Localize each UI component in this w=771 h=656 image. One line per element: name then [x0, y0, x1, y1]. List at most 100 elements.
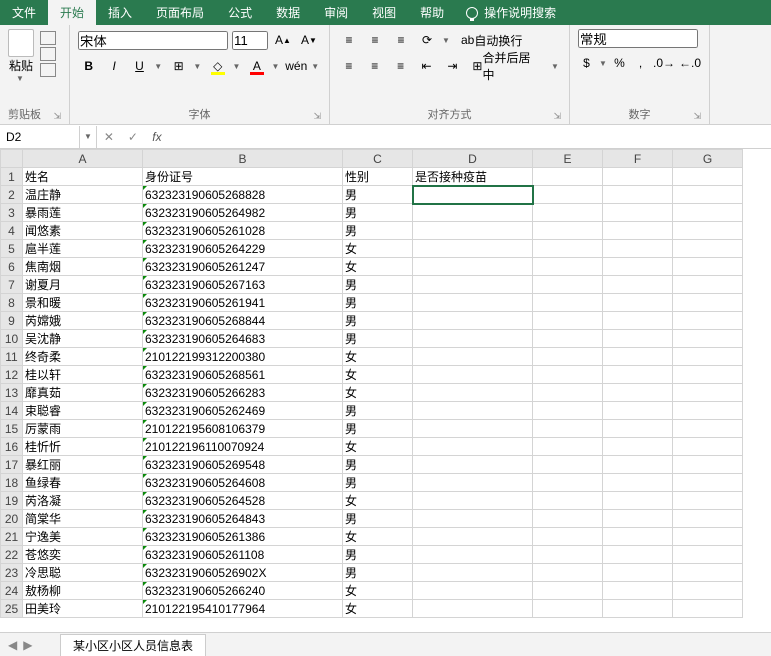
dialog-launcher-alignment[interactable]: ⇲ — [553, 111, 561, 122]
cell[interactable] — [533, 330, 603, 348]
increase-decimal-icon[interactable]: .0→ — [653, 52, 675, 74]
cell[interactable]: 210122195608106379 — [143, 420, 343, 438]
cell[interactable] — [603, 168, 673, 186]
cell[interactable]: 男 — [343, 420, 413, 438]
tell-me-search[interactable]: 操作说明搜索 — [456, 0, 566, 25]
cell[interactable] — [533, 258, 603, 276]
row-header[interactable]: 19 — [1, 492, 23, 510]
cell[interactable] — [533, 492, 603, 510]
cell[interactable]: 632323190605267163 — [143, 276, 343, 294]
cell[interactable] — [603, 474, 673, 492]
cell[interactable]: 63232319060526902X — [143, 564, 343, 582]
cell[interactable]: 谢夏月 — [23, 276, 143, 294]
cell[interactable]: 632323190605269548 — [143, 456, 343, 474]
cell[interactable]: 桂忻忻 — [23, 438, 143, 456]
cell[interactable] — [533, 600, 603, 618]
cell[interactable]: 女 — [343, 240, 413, 258]
cell[interactable] — [603, 240, 673, 258]
orientation-icon[interactable]: ⟳ — [416, 29, 438, 51]
cell[interactable] — [533, 474, 603, 492]
cell[interactable] — [533, 564, 603, 582]
cut-icon[interactable] — [40, 31, 56, 45]
cell[interactable] — [533, 402, 603, 420]
row-header[interactable]: 21 — [1, 528, 23, 546]
cell[interactable]: 男 — [343, 564, 413, 582]
cell[interactable]: 632323190605266240 — [143, 582, 343, 600]
cell[interactable]: 632323190605264608 — [143, 474, 343, 492]
row-header[interactable]: 7 — [1, 276, 23, 294]
cell[interactable] — [673, 456, 743, 474]
row-header[interactable]: 9 — [1, 312, 23, 330]
col-header-A[interactable]: A — [23, 150, 143, 168]
cell[interactable]: 男 — [343, 330, 413, 348]
cell[interactable] — [673, 312, 743, 330]
cell[interactable] — [413, 474, 533, 492]
row-header[interactable]: 12 — [1, 366, 23, 384]
cell[interactable] — [533, 510, 603, 528]
cell[interactable] — [413, 276, 533, 294]
cell[interactable] — [603, 438, 673, 456]
cell[interactable] — [413, 510, 533, 528]
cell[interactable] — [533, 168, 603, 186]
name-box[interactable] — [0, 126, 80, 148]
menu-tab-1[interactable]: 开始 — [48, 0, 96, 25]
cell[interactable]: 632323190605264843 — [143, 510, 343, 528]
cell[interactable]: 田美玲 — [23, 600, 143, 618]
cell[interactable]: 632323190605264982 — [143, 204, 343, 222]
cell[interactable] — [673, 564, 743, 582]
align-top-icon[interactable]: ≡ — [338, 29, 360, 51]
cell[interactable] — [673, 384, 743, 402]
menu-tab-7[interactable]: 视图 — [360, 0, 408, 25]
cell[interactable] — [413, 348, 533, 366]
cell[interactable]: 632323190605261386 — [143, 528, 343, 546]
cell[interactable] — [533, 384, 603, 402]
cell[interactable]: 暴雨莲 — [23, 204, 143, 222]
dialog-launcher-font[interactable]: ⇲ — [313, 111, 321, 122]
menu-tab-8[interactable]: 帮助 — [408, 0, 456, 25]
menu-tab-3[interactable]: 页面布局 — [144, 0, 216, 25]
cell[interactable] — [603, 546, 673, 564]
cell[interactable] — [413, 546, 533, 564]
cell[interactable] — [673, 168, 743, 186]
cell[interactable] — [533, 366, 603, 384]
cell[interactable] — [413, 204, 533, 222]
cell[interactable] — [413, 186, 533, 204]
sheet-nav-next-icon[interactable]: ▶ — [23, 638, 32, 652]
merge-center-button[interactable]: ⊞ 合并后居中 — [467, 55, 547, 77]
cell[interactable]: 男 — [343, 312, 413, 330]
row-header[interactable]: 6 — [1, 258, 23, 276]
italic-button[interactable]: I — [103, 55, 124, 77]
cell[interactable] — [413, 492, 533, 510]
row-header[interactable]: 25 — [1, 600, 23, 618]
col-header-C[interactable]: C — [343, 150, 413, 168]
cell[interactable] — [603, 402, 673, 420]
cell[interactable] — [673, 276, 743, 294]
col-header-D[interactable]: D — [413, 150, 533, 168]
cell[interactable]: 桂以轩 — [23, 366, 143, 384]
row-header[interactable]: 15 — [1, 420, 23, 438]
dialog-launcher-clipboard[interactable]: ⇲ — [53, 111, 61, 122]
row-header[interactable]: 3 — [1, 204, 23, 222]
cell[interactable] — [413, 366, 533, 384]
cell[interactable]: 632323190605268828 — [143, 186, 343, 204]
cell[interactable]: 632323190605268561 — [143, 366, 343, 384]
cell[interactable]: 男 — [343, 222, 413, 240]
cell[interactable] — [533, 528, 603, 546]
cell[interactable] — [673, 582, 743, 600]
cell[interactable] — [673, 366, 743, 384]
cell[interactable]: 扈半莲 — [23, 240, 143, 258]
row-header[interactable]: 17 — [1, 456, 23, 474]
cell[interactable] — [603, 456, 673, 474]
cell[interactable]: 632323190605261247 — [143, 258, 343, 276]
cell[interactable]: 男 — [343, 276, 413, 294]
cell[interactable] — [533, 186, 603, 204]
cell[interactable] — [533, 438, 603, 456]
cell[interactable] — [603, 600, 673, 618]
cell[interactable] — [603, 186, 673, 204]
align-bottom-icon[interactable]: ≡ — [390, 29, 412, 51]
cell[interactable]: 女 — [343, 348, 413, 366]
cell[interactable] — [413, 402, 533, 420]
cell[interactable]: 景和暖 — [23, 294, 143, 312]
cell[interactable] — [413, 312, 533, 330]
row-header[interactable]: 24 — [1, 582, 23, 600]
